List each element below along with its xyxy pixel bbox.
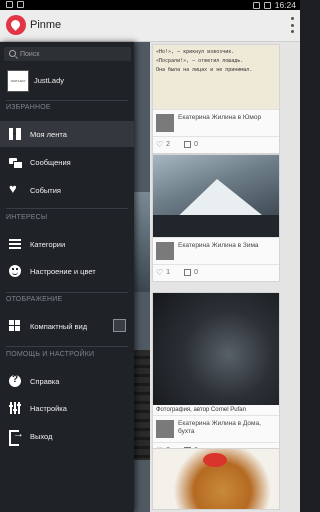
drawer-item-categories[interactable]: Категории	[0, 231, 134, 257]
section-header-interests: ИНТЕРЕСЫ	[6, 214, 48, 221]
status-time: 16:24	[274, 0, 296, 10]
pinme-logo-icon[interactable]	[6, 15, 26, 35]
author-text: Екатерина Жилина в Юмор	[178, 114, 262, 121]
search-box[interactable]	[4, 47, 131, 61]
repins-value: 0	[194, 269, 198, 276]
avatar-text: JUSTLADY	[10, 79, 26, 83]
author-text: Екатерина Жилина в Зима	[178, 242, 259, 249]
quote-line: «Посрали!», — ответил лошадь.	[156, 58, 244, 64]
drawer-item-logout[interactable]: Выход	[0, 423, 134, 449]
drawer-item-help[interactable]: Справка	[0, 368, 134, 394]
divider	[6, 292, 128, 293]
search-icon	[9, 50, 16, 57]
user-profile-row[interactable]: JUSTLADY JustLady	[0, 66, 134, 98]
pin-stats: ♡ 1 0	[153, 264, 279, 281]
section-header-display: ОТОБРАЖЕНИЕ	[6, 296, 63, 303]
pin-card[interactable]: «Но!», — крикнул извозчик. «Посрали!», —…	[152, 44, 280, 154]
help-icon	[9, 374, 21, 387]
divider	[6, 100, 128, 101]
app-title: Pinme	[30, 19, 62, 31]
drawer-item-label: Выход	[30, 432, 53, 441]
feed-image-partial	[134, 192, 150, 292]
navigation-drawer: JUSTLADY JustLady ИЗБРАННОЕ Моя лента Со…	[0, 42, 134, 512]
likes-value: 2	[166, 141, 171, 148]
author-text: Екатерина Жилина в Дома, бухта	[178, 420, 261, 435]
wifi-icon	[252, 1, 260, 9]
pin-card[interactable]: Екатерина Жилина в Зима ♡ 1 0	[152, 154, 280, 282]
pin-stats: ♡2 0	[153, 136, 279, 153]
pin-caption: Фотография, автор Cornel Pufan	[156, 407, 246, 413]
chat-icon	[9, 156, 23, 169]
likes-count[interactable]: ♡2	[156, 140, 170, 149]
pin-author[interactable]: Екатерина Жилина в Юмор	[153, 109, 279, 136]
pin-image	[153, 293, 279, 405]
quote-line: «Но!», — крикнул извозчик.	[156, 49, 235, 55]
quote-line: Она была на лицах и не принимал.	[156, 67, 253, 73]
pin-card[interactable]: Фотография, автор Cornel Pufan Екатерина…	[152, 292, 280, 460]
feed-grid-icon	[9, 128, 21, 140]
drawer-item-label: События	[30, 186, 61, 195]
divider	[6, 346, 128, 347]
notification-icon	[6, 1, 13, 8]
author-avatar	[156, 242, 174, 260]
heart-icon: ♡	[156, 268, 164, 277]
drawer-item-label: Справка	[30, 377, 60, 386]
drawer-item-settings[interactable]: Настройка	[0, 395, 134, 421]
pin-author[interactable]: Екатерина Жилина в Дома, бухта	[153, 415, 279, 442]
drawer-item-events[interactable]: События	[0, 177, 134, 203]
pin-author[interactable]: Екатерина Жилина в Зима	[153, 237, 279, 264]
battery-icon	[263, 1, 271, 9]
heart-icon	[9, 181, 21, 196]
author-avatar	[156, 420, 174, 438]
overflow-menu-icon[interactable]	[290, 17, 294, 33]
repin-icon	[184, 269, 192, 276]
drawer-item-label: Компактный вид	[30, 322, 88, 331]
pin-image	[153, 449, 279, 509]
user-name: JustLady	[34, 76, 65, 85]
app-screen: 16:24 Pinme «Но!», — крикнул извозчик. «…	[0, 0, 300, 512]
repins-count[interactable]: 0	[184, 268, 198, 277]
notification-icon	[17, 1, 24, 8]
repins-count[interactable]: 0	[184, 140, 198, 149]
likes-value: 1	[166, 269, 171, 276]
repin-icon	[184, 141, 192, 148]
drawer-item-label: Сообщения	[30, 158, 71, 167]
list-icon	[9, 238, 21, 250]
smiley-icon	[9, 265, 21, 277]
pin-image	[153, 155, 279, 237]
repins-value: 0	[194, 141, 198, 148]
drawer-item-mood[interactable]: Настроение и цвет	[0, 258, 134, 284]
action-bar: Pinme	[0, 10, 300, 42]
avatar: JUSTLADY	[7, 70, 29, 92]
drawer-item-label: Настройка	[30, 404, 67, 413]
logout-icon	[9, 428, 24, 446]
divider	[6, 208, 128, 209]
drawer-item-messages[interactable]: Сообщения	[0, 149, 134, 175]
settings-sliders-icon	[9, 402, 21, 414]
search-input[interactable]	[20, 47, 125, 61]
feed-image-partial	[134, 350, 150, 460]
drawer-item-label: Моя лента	[30, 130, 67, 139]
likes-count[interactable]: ♡ 1	[156, 268, 170, 277]
section-header-favorites: ИЗБРАННОЕ	[6, 104, 51, 111]
compact-grid-icon	[9, 320, 21, 332]
drawer-item-compact-view[interactable]: Компактный вид	[0, 313, 134, 339]
drawer-item-label: Настроение и цвет	[30, 267, 96, 276]
section-header-help: ПОМОЩЬ И НАСТРОЙКИ	[6, 351, 95, 358]
heart-icon: ♡	[156, 140, 164, 149]
author-avatar	[156, 114, 174, 132]
pin-card[interactable]	[152, 448, 280, 510]
compact-view-checkbox[interactable]	[113, 319, 126, 332]
pin-image: «Но!», — крикнул извозчик. «Посрали!», —…	[153, 45, 279, 109]
drawer-item-feed[interactable]: Моя лента	[0, 121, 134, 147]
drawer-item-label: Категории	[30, 240, 66, 249]
status-bar: 16:24	[0, 0, 300, 10]
